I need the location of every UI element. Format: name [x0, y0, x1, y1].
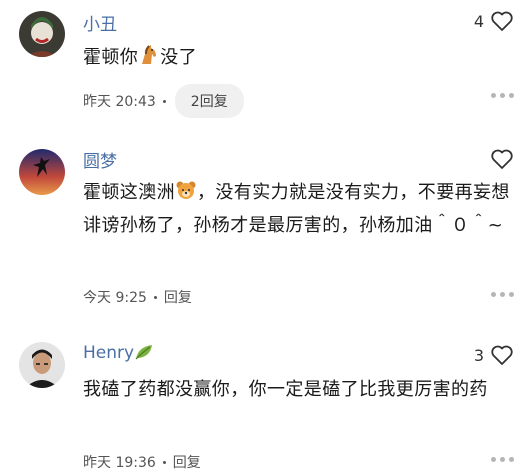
horse-emoji: [138, 44, 160, 76]
leaf-emoji: [134, 343, 154, 366]
more-options-icon[interactable]: [491, 292, 514, 297]
comment-item: 圆梦 霍顿这澳洲 ，没有实力就是没有实力，不要再妄想诽谤孙杨了，孙杨才是最厉害的，…: [0, 130, 524, 325]
username[interactable]: 圆梦: [83, 147, 117, 172]
bear-emoji: [175, 179, 197, 211]
comment-text: 霍顿你 没了: [83, 43, 513, 76]
username[interactable]: 小丑: [83, 10, 117, 35]
avatar[interactable]: [19, 11, 65, 57]
more-options-icon[interactable]: [491, 93, 514, 98]
separator-dot: [162, 99, 166, 103]
comment-text: 我磕了药都没赢你，你一定是磕了比我更厉害的药: [83, 379, 488, 400]
more-options-icon[interactable]: [491, 457, 514, 462]
like-count: 3: [473, 345, 484, 365]
separator-dot: [162, 460, 166, 464]
comment-meta: 昨天 20:43 2回复: [83, 84, 244, 118]
comment-meta: 今天 9:25 回复: [83, 287, 192, 307]
comment-text: 霍顿这澳洲 ，没有实力就是没有实力，不要再妄想诽谤孙杨了，孙杨才是最厉害的，孙杨加…: [83, 178, 513, 241]
comment-item: 小丑 4 霍顿你 没了 昨天 20:43 2回复: [0, 0, 524, 130]
timestamp: 昨天 19:36: [83, 455, 156, 471]
like-count: 4: [473, 11, 484, 31]
reply-button[interactable]: 回复: [173, 452, 201, 472]
heart-icon: [491, 149, 513, 169]
username[interactable]: Henry: [83, 343, 154, 366]
separator-dot: [153, 295, 157, 299]
comment-text-part: 没了: [160, 47, 198, 68]
heart-icon: [491, 11, 513, 31]
comment-meta: 昨天 19:36 回复: [83, 452, 201, 472]
comment-text-part: 霍顿这澳洲: [83, 182, 175, 203]
heart-icon: [491, 345, 513, 365]
like-button[interactable]: 4: [474, 10, 514, 32]
username-text: Henry: [83, 343, 135, 363]
avatar[interactable]: [19, 149, 65, 195]
timestamp: 今天 9:25: [83, 290, 147, 306]
comment-text-part: 霍顿你: [83, 47, 139, 68]
like-button[interactable]: 3: [474, 344, 514, 366]
reply-button[interactable]: 2回复: [174, 84, 244, 118]
timestamp: 昨天 20:43: [83, 94, 156, 110]
avatar[interactable]: [19, 342, 65, 388]
comment-item: Henry 3 我磕了药都没赢你，你一定是磕了比我更厉害的药 昨天 19:36 …: [0, 325, 524, 471]
like-button[interactable]: [490, 148, 514, 170]
reply-button[interactable]: 回复: [164, 287, 192, 307]
